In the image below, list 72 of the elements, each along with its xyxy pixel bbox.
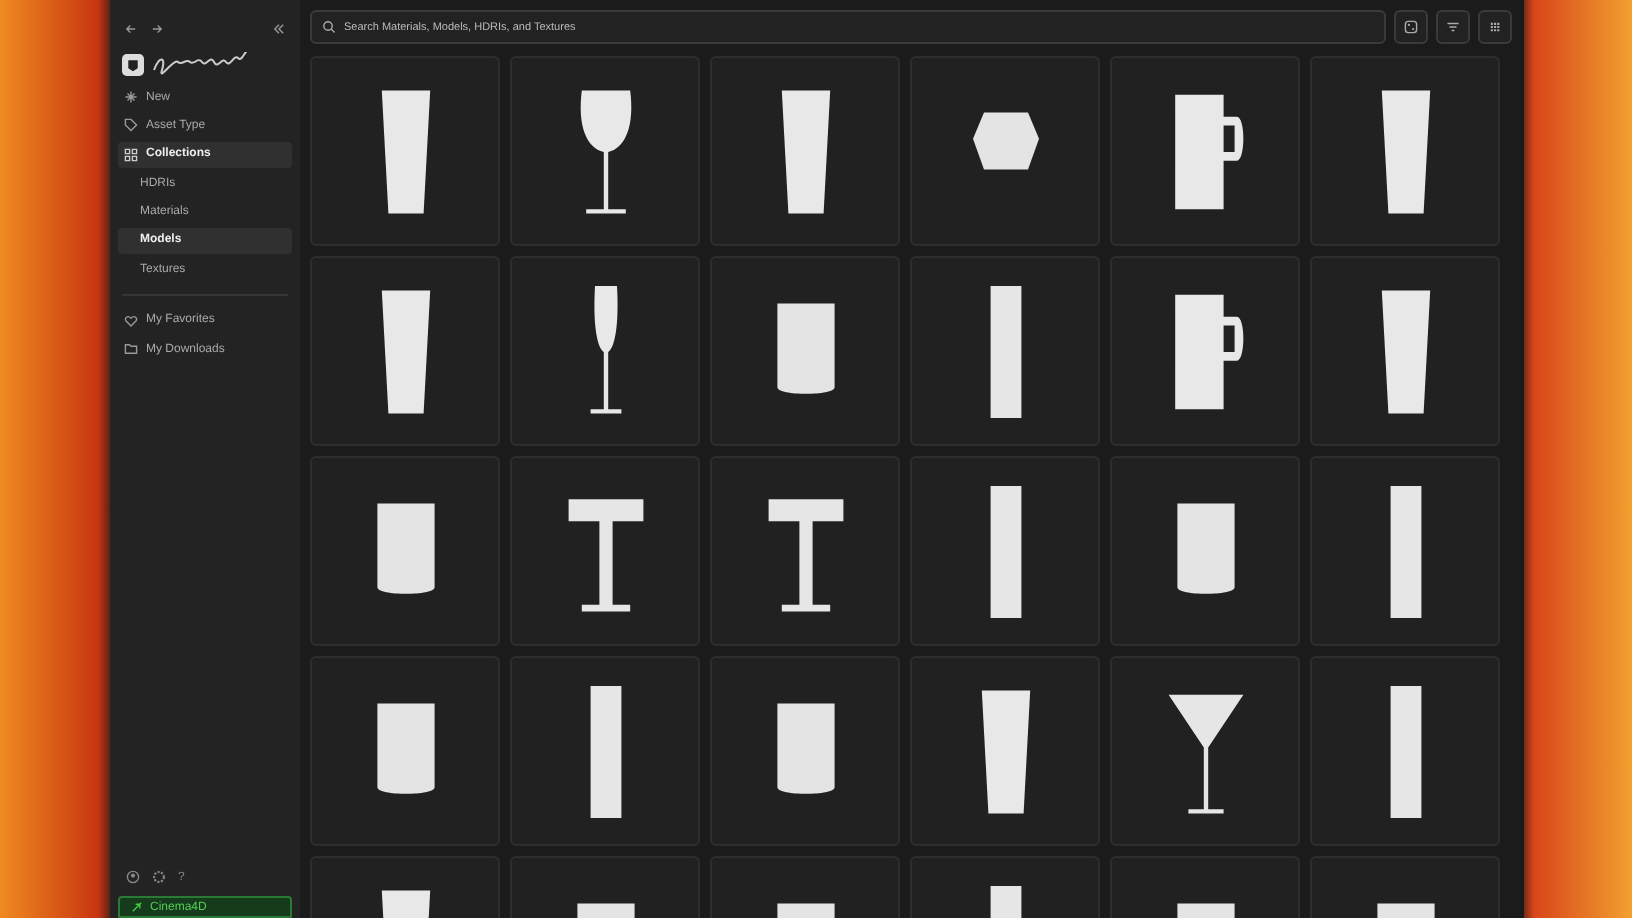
model-tile[interactable]	[710, 656, 900, 846]
cup-drawing	[576, 902, 634, 918]
link-icon	[130, 900, 144, 914]
model-tile[interactable]	[1310, 456, 1500, 646]
folder-icon	[124, 342, 138, 357]
coupe-glass-drawing	[767, 498, 843, 611]
model-tile[interactable]	[710, 56, 900, 246]
tumbler-drawing	[980, 689, 1030, 813]
cup-drawing	[776, 302, 834, 393]
mug-drawing	[1174, 93, 1243, 209]
cup-drawing	[1376, 902, 1434, 918]
model-tile[interactable]	[1310, 56, 1500, 246]
model-tile[interactable]	[510, 56, 700, 246]
back-arrow-icon[interactable]	[124, 21, 138, 35]
champagne-flute-drawing	[589, 285, 621, 413]
model-tile[interactable]	[1110, 656, 1300, 846]
cup-drawing	[1176, 502, 1234, 593]
model-tile[interactable]	[1110, 56, 1300, 246]
cup-drawing	[1176, 902, 1234, 918]
tall-glass-drawing	[589, 685, 621, 817]
tall-glass-drawing	[1389, 485, 1421, 617]
settings-icon[interactable]	[152, 870, 166, 884]
vase-drawing	[972, 111, 1038, 169]
wine-glass-drawing	[579, 89, 631, 213]
coupe-glass-drawing	[567, 498, 643, 611]
model-tile[interactable]	[1310, 656, 1500, 846]
tall-glass-drawing	[989, 485, 1021, 617]
cup-drawing	[776, 702, 834, 793]
collapse-icon[interactable]	[272, 21, 286, 35]
heart-icon	[124, 313, 138, 328]
cup-drawing	[776, 902, 834, 918]
model-tile[interactable]	[910, 656, 1100, 846]
model-tile[interactable]	[310, 456, 500, 646]
tumbler-drawing	[780, 89, 830, 213]
model-tile[interactable]	[910, 456, 1100, 646]
tumbler-drawing	[380, 89, 430, 213]
tall-glass-drawing	[989, 885, 1021, 918]
model-tile[interactable]	[910, 56, 1100, 246]
model-tile[interactable]	[310, 256, 500, 446]
model-tile[interactable]	[510, 656, 700, 846]
account-icon[interactable]	[126, 870, 140, 884]
tumbler-drawing	[1380, 89, 1430, 213]
tumbler-drawing	[1380, 289, 1430, 413]
cup-drawing	[376, 502, 434, 593]
forward-arrow-icon[interactable]	[150, 21, 164, 35]
tumbler-drawing	[380, 289, 430, 413]
model-tile[interactable]	[710, 456, 900, 646]
model-tile[interactable]	[910, 256, 1100, 446]
model-tile[interactable]	[1310, 256, 1500, 446]
model-tile[interactable]	[310, 56, 500, 246]
model-tile[interactable]	[310, 656, 500, 846]
grid-icon	[1488, 20, 1502, 34]
model-tile[interactable]	[510, 256, 700, 446]
filter-button[interactable]	[1436, 10, 1470, 44]
filter-icon	[1446, 20, 1460, 34]
model-tile[interactable]	[710, 256, 900, 446]
sparkle-icon	[124, 90, 138, 104]
tumbler-drawing	[380, 889, 430, 918]
tall-glass-drawing	[1389, 685, 1421, 817]
random-button[interactable]	[1394, 10, 1428, 44]
martini-glass-drawing	[1167, 693, 1243, 813]
dice-icon	[1404, 20, 1418, 34]
cup-drawing	[376, 702, 434, 793]
model-tile[interactable]	[510, 456, 700, 646]
model-tile[interactable]	[1110, 456, 1300, 646]
grid-icon	[124, 147, 138, 162]
tag-icon	[124, 118, 138, 133]
tall-glass-drawing	[989, 285, 1021, 417]
grid-view-button[interactable]	[1478, 10, 1512, 44]
mug-drawing	[1174, 293, 1243, 409]
logo-icon	[122, 53, 144, 75]
model-tile[interactable]	[1110, 256, 1300, 446]
